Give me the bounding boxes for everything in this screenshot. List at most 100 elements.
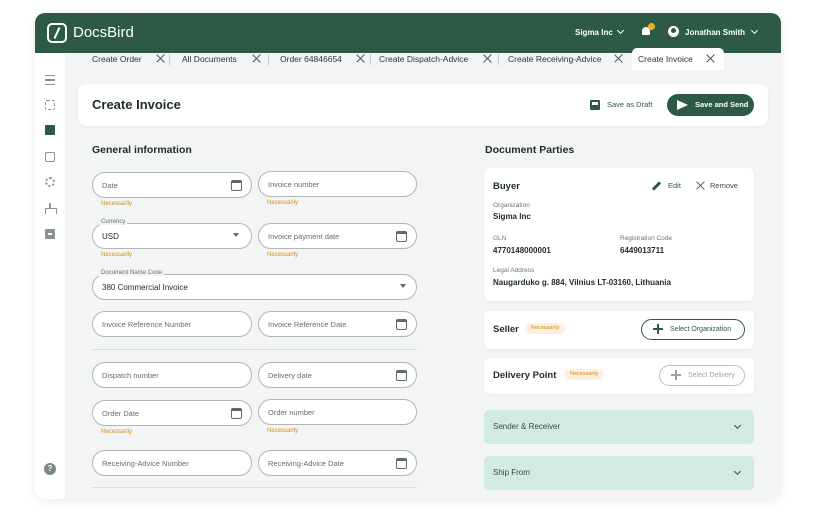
help-icon[interactable]: ?: [44, 463, 56, 475]
tab-create-order[interactable]: Create Order: [92, 48, 172, 70]
calendar-icon[interactable]: [231, 408, 242, 419]
document-name-code-select[interactable]: Document Name Code 380 Commercial Invoic…: [92, 270, 417, 300]
save-as-draft-button[interactable]: Save as Draft: [590, 97, 670, 113]
tab-label: Create Invoice: [638, 54, 693, 64]
receiving-advice-number-placeholder: Receiving-Advice Number: [102, 459, 189, 468]
notification-dot: [648, 23, 655, 30]
plus-icon: [653, 324, 663, 334]
save-and-send-button[interactable]: Save and Send: [667, 94, 754, 116]
select-delivery-label: Select Delivery: [688, 372, 735, 379]
receiving-advice-number-field[interactable]: Receiving-Advice Number: [92, 450, 252, 476]
user-menu[interactable]: Jonathan Smith: [685, 28, 745, 37]
date-field[interactable]: Date: [92, 172, 252, 198]
invoice-reference-number-field[interactable]: Invoice Reference Number: [92, 311, 252, 337]
order-date-field[interactable]: Order Date: [92, 400, 252, 426]
dispatch-number-placeholder: Dispatch number: [102, 371, 159, 380]
chevron-down-icon: [733, 467, 742, 476]
gln-label: GLN: [493, 235, 507, 242]
close-icon: [696, 181, 705, 190]
tab-divider: [169, 54, 170, 65]
dropdown-caret-icon[interactable]: [400, 284, 406, 288]
order-date-required-hint: Necessarily: [101, 429, 133, 435]
date-placeholder: Date: [102, 181, 118, 190]
docsbird-logo-icon[interactable]: [47, 23, 67, 43]
edit-label: Edit: [668, 181, 681, 190]
date-required-hint: Necessarily: [101, 201, 133, 207]
sidebar-rail: ?: [35, 53, 65, 499]
remove-label: Remove: [710, 181, 738, 190]
tab-create-invoice[interactable]: Create Invoice: [632, 48, 724, 70]
select-delivery-button[interactable]: Select Delivery: [659, 365, 745, 386]
delivery-point-card: Delivery Point Necessarily Select Delive…: [484, 358, 754, 394]
brand-name: DocsBird: [73, 24, 134, 41]
receiving-advice-date-field[interactable]: Receiving-Advice Date: [258, 450, 417, 476]
select-organization-label: Select Organization: [670, 326, 732, 333]
tab-label: Create Order: [92, 54, 142, 64]
invoice-reference-date-placeholder: Invoice Reference Date: [268, 320, 347, 329]
close-icon[interactable]: [706, 54, 715, 63]
user-avatar-icon[interactable]: [668, 26, 679, 37]
tab-divider: [268, 54, 269, 65]
calendar-icon[interactable]: [396, 319, 407, 330]
tab-label: Order 64846654: [280, 54, 342, 64]
document-name-code-legend: Document Name Code: [99, 270, 165, 276]
legal-address-value: Naugarduko g. 884, Vilnius LT-03160, Lit…: [493, 278, 671, 287]
form-divider: [92, 487, 417, 488]
invoice-reference-date-field[interactable]: Invoice Reference Date: [258, 311, 417, 337]
delivery-point-required-badge: Necessarily: [564, 369, 605, 380]
order-date-placeholder: Order Date: [102, 409, 140, 418]
delivery-point-title: Delivery Point: [493, 370, 557, 381]
calendar-icon[interactable]: [396, 370, 407, 381]
tab-order-64846654[interactable]: Order 64846654: [280, 48, 372, 70]
archive-icon[interactable]: [45, 229, 55, 239]
page-title: Create Invoice: [92, 97, 181, 112]
tab-label: All Documents: [182, 54, 237, 64]
settings-gear-icon[interactable]: [45, 177, 55, 187]
seller-title: Seller: [493, 324, 519, 335]
calendar-icon[interactable]: [396, 458, 407, 469]
edit-buyer-button[interactable]: Edit: [651, 181, 681, 191]
tab-create-receiving-advice[interactable]: Create Receiving-Advice: [508, 48, 633, 70]
delivery-date-field[interactable]: Delivery date: [258, 362, 417, 388]
currency-select[interactable]: Currency USD: [92, 219, 252, 249]
plus-icon: [671, 370, 681, 380]
close-icon[interactable]: [356, 54, 365, 63]
tab-label: Create Receiving-Advice: [508, 54, 602, 64]
organization-tree-icon[interactable]: [45, 203, 57, 214]
chevron-down-icon[interactable]: [750, 26, 759, 35]
dropdown-caret-icon[interactable]: [233, 233, 239, 237]
menu-icon[interactable]: [45, 75, 55, 85]
seller-card: Seller Necessarily Select Organization: [484, 311, 754, 349]
save-as-draft-label: Save as Draft: [607, 100, 653, 109]
currency-required-hint: Necessarily: [101, 252, 133, 258]
organization-value: Sigma Inc: [493, 212, 531, 221]
organization-label: Organization: [493, 202, 530, 209]
ship-from-accordion[interactable]: Ship From: [484, 456, 754, 490]
chevron-down-icon[interactable]: [616, 26, 625, 35]
remove-buyer-button[interactable]: Remove: [710, 181, 738, 190]
calendar-icon[interactable]: [231, 180, 242, 191]
delivery-date-placeholder: Delivery date: [268, 371, 312, 380]
select-organization-button[interactable]: Select Organization: [641, 319, 745, 340]
sender-receiver-accordion[interactable]: Sender & Receiver: [484, 410, 754, 444]
close-icon[interactable]: [156, 54, 165, 63]
close-icon[interactable]: [252, 54, 261, 63]
tab-all-documents[interactable]: All Documents: [182, 48, 272, 70]
order-number-field[interactable]: Order number: [258, 399, 417, 425]
close-icon[interactable]: [614, 54, 623, 63]
notifications-bell-icon[interactable]: [641, 23, 655, 36]
form-divider: [92, 349, 417, 350]
invoice-payment-date-placeholder: Invoice payment date: [268, 232, 340, 241]
invoice-number-field[interactable]: Invoice number: [258, 171, 417, 197]
documents-icon[interactable]: [45, 125, 55, 135]
tab-create-dispatch-advice[interactable]: Create Dispatch-Advice: [379, 48, 501, 70]
close-icon[interactable]: [483, 54, 492, 63]
invoice-payment-date-field[interactable]: Invoice payment date: [258, 223, 417, 249]
seller-required-badge: Necessarily: [525, 323, 566, 334]
dispatch-number-field[interactable]: Dispatch number: [92, 362, 252, 388]
inbox-icon[interactable]: [45, 152, 55, 162]
scan-icon[interactable]: [45, 100, 55, 110]
calendar-icon[interactable]: [396, 231, 407, 242]
send-icon: [677, 100, 688, 110]
company-switcher[interactable]: Sigma Inc: [575, 28, 613, 37]
